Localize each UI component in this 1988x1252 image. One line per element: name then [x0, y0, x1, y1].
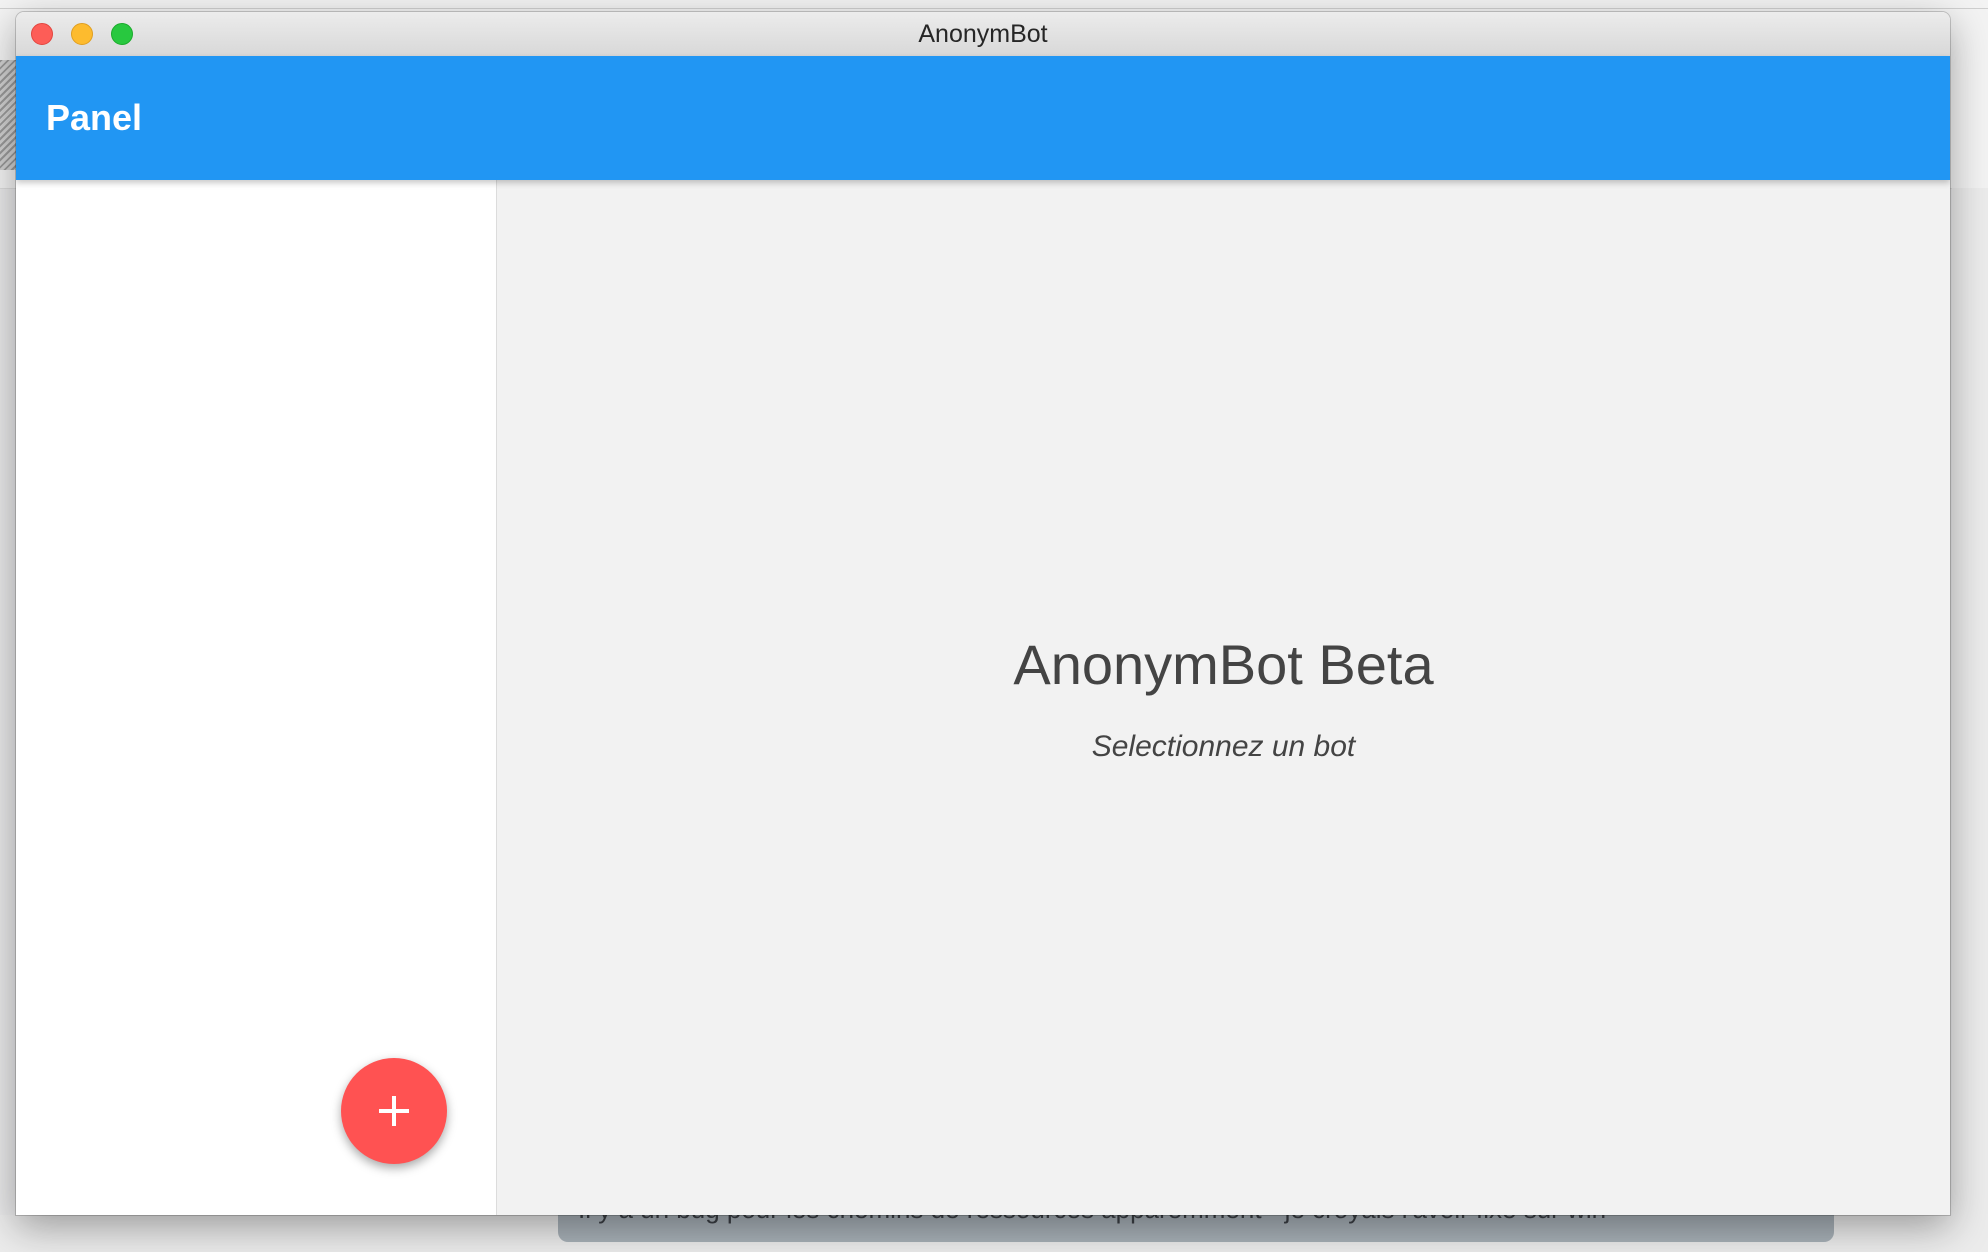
- bot-list-sidebar: [16, 180, 497, 1215]
- add-bot-button[interactable]: [341, 1058, 447, 1164]
- window-titlebar[interactable]: AnonymBot: [16, 12, 1950, 57]
- app-bar: Panel: [16, 56, 1950, 180]
- main-content: AnonymBot Beta Selectionnez un bot: [497, 180, 1950, 1215]
- empty-state-title: AnonymBot Beta: [1013, 633, 1434, 696]
- app-bar-title: Panel: [46, 97, 143, 138]
- app-window: AnonymBot Panel AnonymBot Beta Selection…: [16, 12, 1950, 1215]
- plus-icon: [379, 1096, 409, 1126]
- background-divider: [0, 8, 1988, 9]
- window-title: AnonymBot: [918, 20, 1048, 48]
- empty-state-subtitle: Selectionnez un bot: [1091, 730, 1356, 763]
- background-window-edge: [1952, 188, 1988, 1252]
- background-image-edge: [0, 60, 16, 170]
